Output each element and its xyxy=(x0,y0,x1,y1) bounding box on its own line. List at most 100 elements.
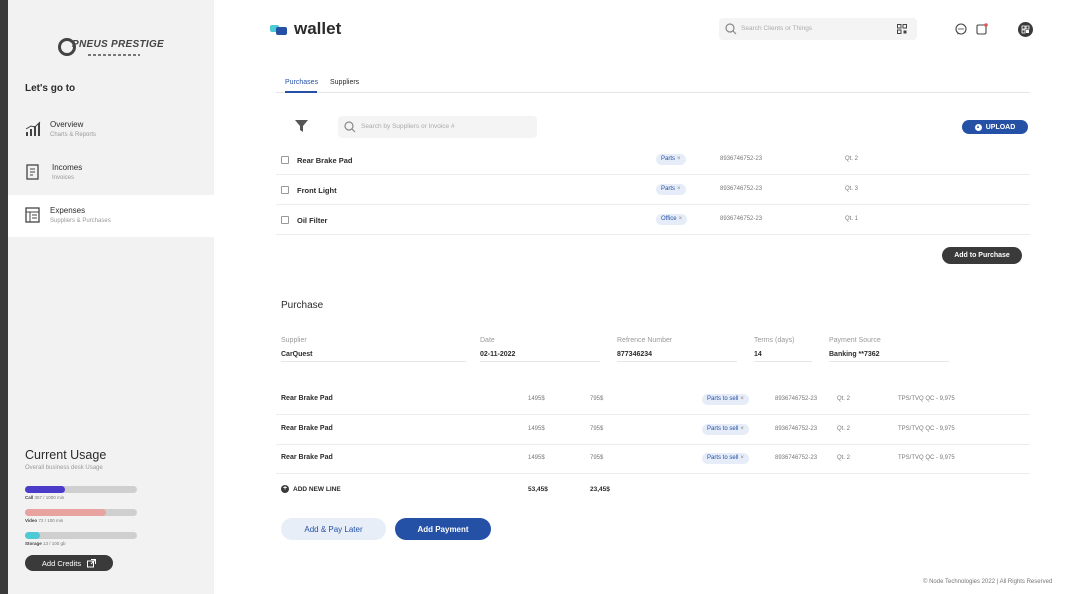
tab-purchases[interactable]: Purchases xyxy=(285,79,318,86)
line-serial: 8936746752-23 xyxy=(775,396,818,402)
supplier-search-input[interactable]: Search by Suppliers or Invoice # xyxy=(338,116,537,138)
wallet-logo-icon xyxy=(270,25,287,35)
total-price: 53,45$ xyxy=(528,486,548,493)
row-checkbox[interactable] xyxy=(281,156,289,164)
sidebar-item-label: Expenses xyxy=(50,206,86,215)
external-link-icon xyxy=(87,558,97,567)
purchase-line[interactable]: Rear Brake Pad 1495$ 795$ Parts to sell ×… xyxy=(276,444,1030,474)
logo-text: PNEUS PRESTIGE xyxy=(72,39,164,50)
search-icon xyxy=(344,121,356,133)
notification-icon[interactable] xyxy=(976,23,988,35)
line-tax: TPS/TVQ QC - 9,975 xyxy=(898,455,955,461)
terms-field[interactable]: Terms (days) 14 xyxy=(754,337,812,362)
logo-decoration xyxy=(88,54,140,56)
line-serial: 8936746752-23 xyxy=(775,455,818,461)
usage-subtitle: Overall business desk Usage xyxy=(25,465,103,471)
remove-tag-icon: × xyxy=(740,455,744,461)
search-icon xyxy=(725,23,737,35)
serial-number: 8936746752-23 xyxy=(720,186,763,192)
product-name: Front Light xyxy=(297,186,337,195)
plus-icon: + xyxy=(281,485,289,493)
field-value: 02-11-2022 xyxy=(480,351,516,358)
sidebar-item-sublabel: Charts & Reports xyxy=(50,132,97,138)
upload-button[interactable]: UPLOAD xyxy=(962,120,1028,134)
add-to-purchase-button[interactable]: Add to Purchase xyxy=(942,247,1022,264)
page-title: wallet xyxy=(294,19,342,38)
line-cost: 795$ xyxy=(590,426,604,432)
add-credits-button[interactable]: Add Credits xyxy=(25,555,113,571)
sidebar-item-sublabel: Invoices xyxy=(52,175,75,181)
usage-title: Current Usage xyxy=(25,448,107,462)
row-checkbox[interactable] xyxy=(281,186,289,194)
qr-code-icon[interactable] xyxy=(897,24,907,34)
add-payment-button[interactable]: Add Payment xyxy=(395,518,491,540)
line-price: 1495$ xyxy=(528,426,545,432)
purchase-line[interactable]: Rear Brake Pad 1495$ 795$ Parts to sell ×… xyxy=(276,415,1030,445)
payment-source-field[interactable]: Payment Source Banking **7362 xyxy=(829,337,949,362)
line-quantity: Qt. 2 xyxy=(837,455,851,461)
tag-label: Parts to sell xyxy=(707,426,739,432)
usage-label-detail: 357 / 1000 min xyxy=(34,495,65,500)
filter-icon[interactable] xyxy=(295,120,308,132)
add-new-line-button[interactable]: + ADD NEW LINE xyxy=(281,485,341,493)
supplier-field[interactable]: Supplier CarQuest xyxy=(281,337,466,362)
sidebar-item-label: Incomes xyxy=(52,163,83,172)
usage-label-name: Call xyxy=(25,495,34,500)
sidebar-item-overview[interactable]: Overview Charts & Reports xyxy=(8,109,214,151)
line-quantity: Qt. 2 xyxy=(837,426,851,432)
usage-bar-fill xyxy=(25,532,40,539)
line-price: 1495$ xyxy=(528,455,545,461)
table-row[interactable]: Front Light Parts × 8936746752-23 Qt. 3 xyxy=(276,175,1030,205)
tag-chip[interactable]: Parts × xyxy=(656,184,686,195)
tag-chip[interactable]: Parts to sell × xyxy=(702,453,749,464)
search-placeholder: Search by Suppliers or Invoice # xyxy=(361,123,455,130)
reference-number-field[interactable]: Refrence Number 877346234 xyxy=(617,337,737,362)
sidebar-item-incomes[interactable]: Incomes Invoices xyxy=(8,152,214,194)
tag-chip[interactable]: Office × xyxy=(656,214,688,225)
field-label: Date xyxy=(480,337,495,344)
footer-copyright: © Node Technologies 2022 | All Rights Re… xyxy=(923,579,1053,585)
usage-bar-fill xyxy=(25,486,65,493)
field-value: 877346234 xyxy=(617,351,653,358)
sidebar: PNEUS PRESTIGE · · · · · · · · · Let's g… xyxy=(8,0,214,594)
date-field[interactable]: Date 02-11-2022 xyxy=(480,337,600,362)
remove-tag-icon: × xyxy=(740,426,744,432)
avatar[interactable] xyxy=(1018,22,1033,37)
window-edge xyxy=(0,0,8,594)
tag-chip[interactable]: Parts × xyxy=(656,154,686,165)
tag-label: Office xyxy=(661,216,677,222)
sidebar-item-expenses[interactable]: Expenses Suppliers & Purchases xyxy=(8,195,214,237)
line-tax: TPS/TVQ QC - 9,975 xyxy=(898,396,955,402)
line-item-name: Rear Brake Pad xyxy=(281,395,333,402)
quantity: Qt. 2 xyxy=(845,156,859,162)
table-row[interactable]: Oil Filter Office × 8936746752-23 Qt. 1 xyxy=(276,205,1030,235)
row-checkbox[interactable] xyxy=(281,216,289,224)
product-name: Oil Filter xyxy=(297,216,328,225)
ledger-icon xyxy=(25,207,40,223)
usage-label-video: Video 72 / 100 min xyxy=(25,518,63,523)
usage-bar-video xyxy=(25,509,137,516)
global-search-input[interactable]: Search Clients or Things xyxy=(719,18,917,40)
chat-icon[interactable] xyxy=(955,23,967,35)
remove-tag-icon: × xyxy=(678,216,683,222)
line-cost: 795$ xyxy=(590,455,604,461)
tag-chip[interactable]: Parts to sell × xyxy=(702,424,749,435)
usage-label-name: Video xyxy=(25,518,38,523)
bar-chart-icon xyxy=(25,121,41,136)
tab-suppliers[interactable]: Suppliers xyxy=(330,79,359,86)
add-and-pay-later-button[interactable]: Add & Pay Later xyxy=(281,518,386,540)
usage-bar-storage xyxy=(25,532,137,539)
line-item-name: Rear Brake Pad xyxy=(281,425,333,432)
total-cost: 23,45$ xyxy=(590,486,610,493)
upload-icon xyxy=(974,123,982,131)
field-label: Terms (days) xyxy=(754,337,795,344)
product-name: Rear Brake Pad xyxy=(297,156,353,165)
purchase-line[interactable]: Rear Brake Pad 1495$ 795$ Parts to sell ×… xyxy=(276,385,1030,415)
tag-chip[interactable]: Parts to sell × xyxy=(702,394,749,405)
main-content: wallet Search Clients or Things Purchase… xyxy=(214,0,1089,594)
line-price: 1495$ xyxy=(528,396,545,402)
usage-bar-call xyxy=(25,486,137,493)
usage-label-call: Call 357 / 1000 min xyxy=(25,495,64,500)
quantity: Qt. 3 xyxy=(845,186,859,192)
table-row[interactable]: Rear Brake Pad Parts × 8936746752-23 Qt. … xyxy=(276,145,1030,175)
